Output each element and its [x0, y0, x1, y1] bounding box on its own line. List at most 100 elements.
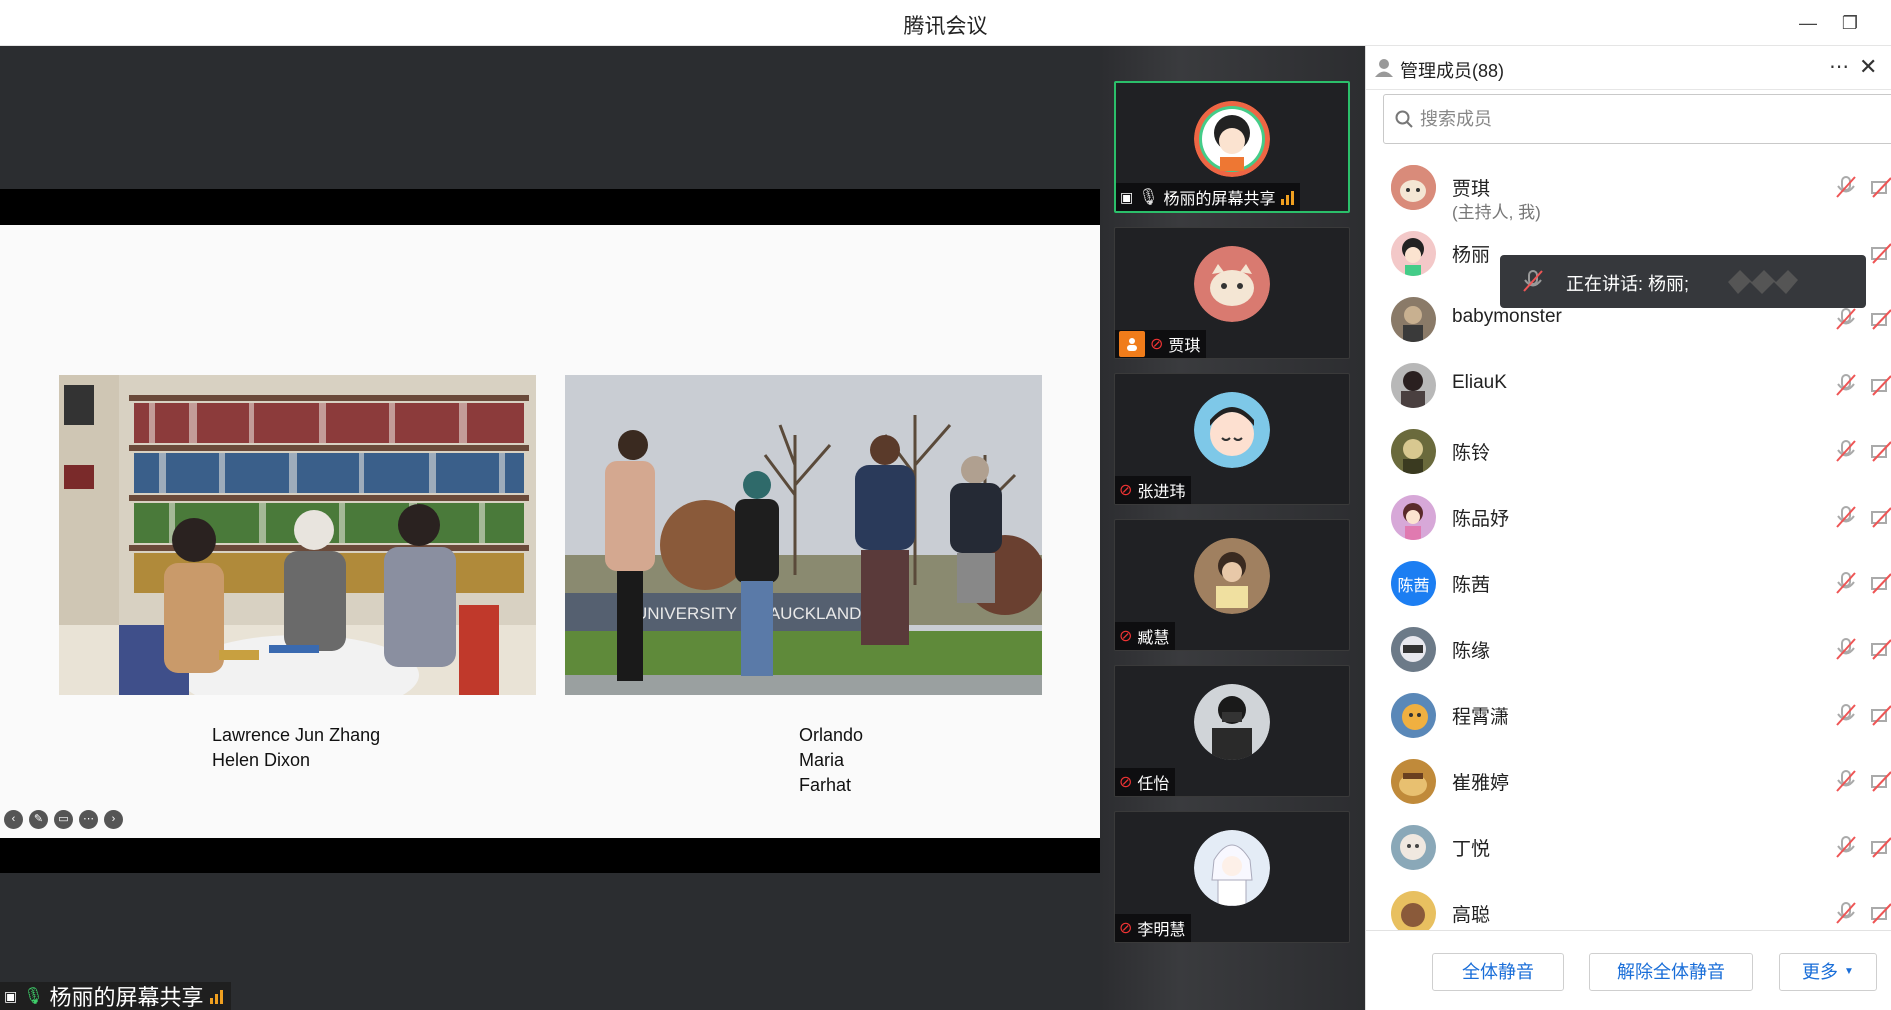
list-item[interactable]: 陈品妤: [1366, 484, 1891, 550]
member-name: 高聪: [1452, 905, 1491, 926]
photo-office-bookshelf: [59, 375, 536, 695]
more-button[interactable]: 更多 ▼: [1779, 953, 1877, 991]
panel-footer: 全体静音 解除全体静音 更多 ▼: [1366, 930, 1891, 1010]
muted-microphone-icon: ⊘: [1119, 628, 1133, 645]
muted-microphone-icon[interactable]: [1835, 835, 1857, 859]
muted-microphone-icon: ⊘: [1119, 920, 1133, 937]
avatar: [1391, 165, 1436, 210]
search-box[interactable]: [1383, 94, 1891, 144]
list-item[interactable]: 程霄潇: [1366, 682, 1891, 748]
participant-name: 臧慧: [1137, 630, 1170, 647]
avatar: [1391, 231, 1436, 276]
avatar: [1194, 538, 1270, 614]
avatar: [1391, 297, 1436, 342]
avatar: [1391, 759, 1436, 804]
camera-off-icon[interactable]: [1871, 307, 1891, 331]
subtitles-icon[interactable]: ▭: [54, 810, 73, 829]
presenter-tag: ▣ 🎙 杨丽的屏幕共享: [0, 982, 231, 1010]
avatar: [1391, 429, 1436, 474]
member-panel: 管理成员(88) ⋯ ✕ 贾琪 (主持人, 我) 杨丽 b: [1365, 46, 1891, 1010]
video-tile[interactable]: ▣ 🎙 杨丽的屏幕共享: [1114, 81, 1350, 213]
camera-off-icon[interactable]: [1871, 175, 1891, 199]
muted-microphone-icon[interactable]: [1835, 637, 1857, 661]
camera-off-icon[interactable]: [1871, 769, 1891, 793]
minimize-button[interactable]: —: [1794, 10, 1822, 36]
members-icon: [1375, 59, 1393, 77]
close-window-button[interactable]: [1878, 10, 1891, 36]
title-bar: 腾讯会议 — ❐: [0, 0, 1891, 46]
avatar: [1391, 693, 1436, 738]
mute-all-button[interactable]: 全体静音: [1432, 953, 1564, 991]
screen-share-icon: ▣: [4, 987, 18, 1004]
camera-off-icon[interactable]: [1871, 571, 1891, 595]
video-tile[interactable]: ⊘ 任怡: [1114, 665, 1350, 797]
member-name: 陈铃: [1452, 443, 1491, 464]
prev-slide-icon[interactable]: ‹: [4, 810, 23, 829]
list-item[interactable]: 陈茜 陈茜: [1366, 550, 1891, 616]
more-options-icon[interactable]: ⋯: [79, 810, 98, 829]
list-item[interactable]: 贾琪 (主持人, 我): [1366, 154, 1891, 222]
avatar-blur: [1728, 270, 1798, 294]
signal-strength-icon: [1280, 189, 1294, 205]
camera-off-icon[interactable]: [1871, 901, 1891, 925]
caption-left: Lawrence Jun Zhang Helen Dixon: [212, 723, 380, 773]
camera-off-icon[interactable]: [1871, 241, 1891, 265]
camera-off-icon[interactable]: [1871, 373, 1891, 397]
caption-line: Farhat: [799, 775, 852, 795]
pen-icon[interactable]: ✎: [29, 810, 48, 829]
muted-microphone-icon: ⊘: [1119, 482, 1133, 499]
presenter-label: 杨丽的屏幕共享: [49, 985, 204, 1010]
more-label: 更多: [1802, 962, 1839, 982]
muted-microphone-icon[interactable]: [1835, 703, 1857, 727]
avatar: 陈茜: [1391, 561, 1436, 606]
list-item[interactable]: 陈铃: [1366, 418, 1891, 484]
tile-name-bar: ⊘ 臧慧: [1115, 622, 1176, 650]
video-tile[interactable]: ⊘ 臧慧: [1114, 519, 1350, 651]
list-item[interactable]: 丁悦: [1366, 814, 1891, 880]
participant-name: 李明慧: [1137, 922, 1186, 939]
tile-name-bar: ⊘ 李明慧: [1115, 914, 1192, 942]
more-options-icon[interactable]: ⋯: [1829, 54, 1849, 79]
camera-off-icon[interactable]: [1871, 637, 1891, 661]
camera-off-icon[interactable]: [1871, 703, 1891, 727]
avatar-text: 陈茜: [1397, 577, 1430, 595]
tile-name-bar: ⊘ 贾琪: [1115, 330, 1207, 358]
muted-microphone-icon[interactable]: [1835, 307, 1857, 331]
muted-microphone-icon[interactable]: [1835, 175, 1857, 199]
tile-name-bar: ⊘ 张进玮: [1115, 476, 1192, 504]
camera-off-icon[interactable]: [1871, 835, 1891, 859]
shared-slide: UNIVERSITY OF AUCKLAND: [0, 225, 1100, 838]
video-tile[interactable]: ⊘ 张进玮: [1114, 373, 1350, 505]
muted-microphone-icon[interactable]: [1835, 505, 1857, 529]
search-icon: [1395, 110, 1413, 128]
muted-microphone-icon[interactable]: [1835, 439, 1857, 463]
list-item[interactable]: 崔雅婷: [1366, 748, 1891, 814]
tile-name-bar: ▣ 🎙 杨丽的屏幕共享: [1116, 183, 1300, 211]
list-item[interactable]: 陈缘: [1366, 616, 1891, 682]
list-item[interactable]: EliauK: [1366, 352, 1891, 418]
muted-microphone-icon[interactable]: [1835, 571, 1857, 595]
member-name: 杨丽: [1452, 245, 1491, 266]
slide-letterbox-bottom: [0, 838, 1100, 873]
signal-strength-icon: [209, 988, 223, 1004]
close-panel-icon[interactable]: ✕: [1859, 54, 1877, 80]
video-gallery: ▣ 🎙 杨丽的屏幕共享 ⊘ 贾琪 ⊘ 张进玮 ⊘ 臧慧 ⊘ 任怡 ⊘ 李明慧: [1100, 46, 1365, 1010]
muted-microphone-icon[interactable]: [1835, 901, 1857, 925]
participant-name: 贾琪: [1168, 338, 1201, 355]
camera-off-icon[interactable]: [1871, 439, 1891, 463]
video-tile[interactable]: ⊘ 贾琪: [1114, 227, 1350, 359]
slide-controls: ‹ ✎ ▭ ⋯ ›: [4, 810, 123, 829]
next-slide-icon[interactable]: ›: [104, 810, 123, 829]
list-item[interactable]: 高聪: [1366, 880, 1891, 930]
tile-name-bar: ⊘ 任怡: [1115, 768, 1176, 796]
member-name: 贾琪: [1452, 179, 1491, 200]
avatar: [1391, 495, 1436, 540]
muted-microphone-icon[interactable]: [1835, 769, 1857, 793]
caption-line: Orlando: [799, 725, 864, 745]
muted-microphone-icon[interactable]: [1835, 373, 1857, 397]
video-tile[interactable]: ⊘ 李明慧: [1114, 811, 1350, 943]
camera-off-icon[interactable]: [1871, 505, 1891, 529]
search-input[interactable]: [1420, 105, 1820, 133]
unmute-all-button[interactable]: 解除全体静音: [1589, 953, 1753, 991]
restore-button[interactable]: ❐: [1836, 10, 1864, 36]
